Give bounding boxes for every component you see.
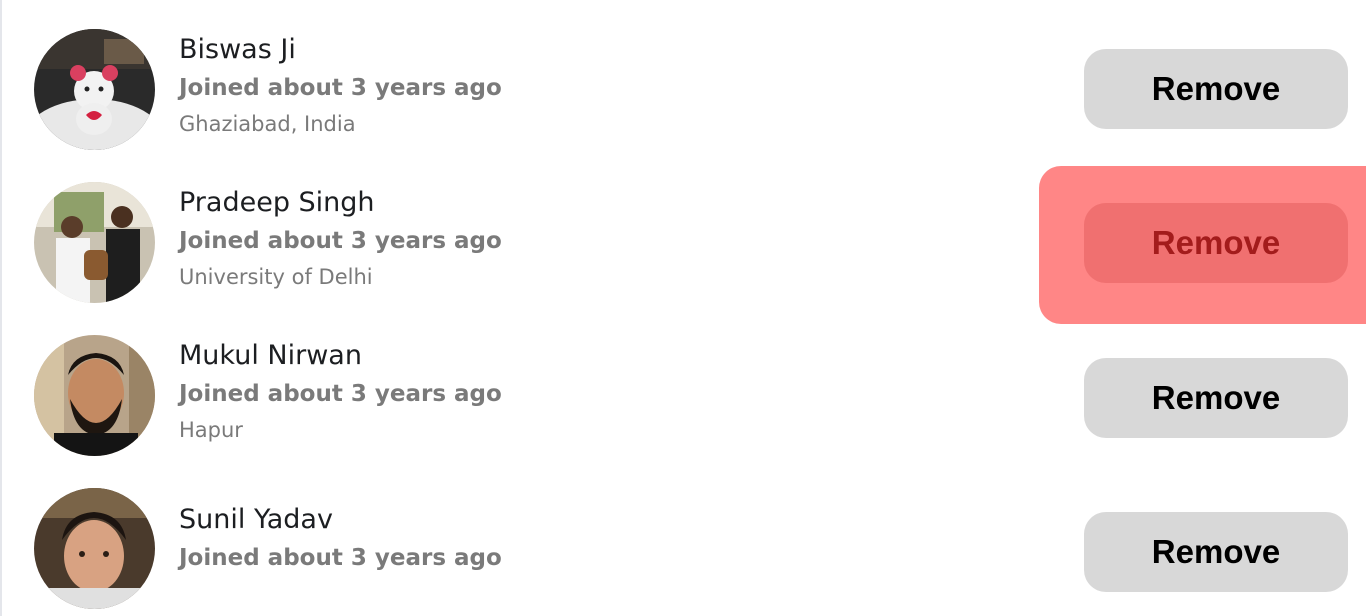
member-info: Mukul Nirwan Joined about 3 years ago Ha… <box>179 340 502 444</box>
member-name[interactable]: Biswas Ji <box>179 34 502 66</box>
member-info: Pradeep Singh Joined about 3 years ago U… <box>179 187 502 291</box>
member-name[interactable]: Mukul Nirwan <box>179 340 502 372</box>
members-list-page: Biswas Ji Joined about 3 years ago Ghazi… <box>0 0 1366 616</box>
avatar[interactable] <box>34 182 155 303</box>
remove-button[interactable]: Remove <box>1084 512 1348 592</box>
remove-button[interactable]: Remove <box>1084 358 1348 438</box>
avatar[interactable] <box>34 29 155 150</box>
member-location: University of Delhi <box>179 265 373 289</box>
member-info: Sunil Yadav Joined about 3 years ago <box>179 504 502 573</box>
teddy-bear-photo <box>34 29 155 150</box>
member-location: Hapur <box>179 418 243 442</box>
member-joined: Joined about 3 years ago <box>179 228 502 254</box>
member-joined: Joined about 3 years ago <box>179 75 502 101</box>
member-row: Sunil Yadav Joined about 3 years ago Rem… <box>0 459 1366 612</box>
avatar[interactable] <box>34 488 155 609</box>
two-people-photo <box>34 182 155 303</box>
member-joined: Joined about 3 years ago <box>179 545 502 571</box>
member-row: Biswas Ji Joined about 3 years ago Ghazi… <box>0 0 1366 153</box>
member-info: Biswas Ji Joined about 3 years ago Ghazi… <box>179 34 502 138</box>
member-row: Mukul Nirwan Joined about 3 years ago Ha… <box>0 306 1366 459</box>
man-portrait-photo <box>34 488 155 609</box>
member-name[interactable]: Sunil Yadav <box>179 504 502 536</box>
remove-button[interactable]: Remove <box>1084 49 1348 129</box>
remove-button[interactable]: Remove <box>1084 203 1348 283</box>
member-name[interactable]: Pradeep Singh <box>179 187 502 219</box>
member-location: Ghaziabad, India <box>179 112 356 136</box>
member-joined: Joined about 3 years ago <box>179 381 502 407</box>
bearded-man-photo <box>34 335 155 456</box>
avatar[interactable] <box>34 335 155 456</box>
